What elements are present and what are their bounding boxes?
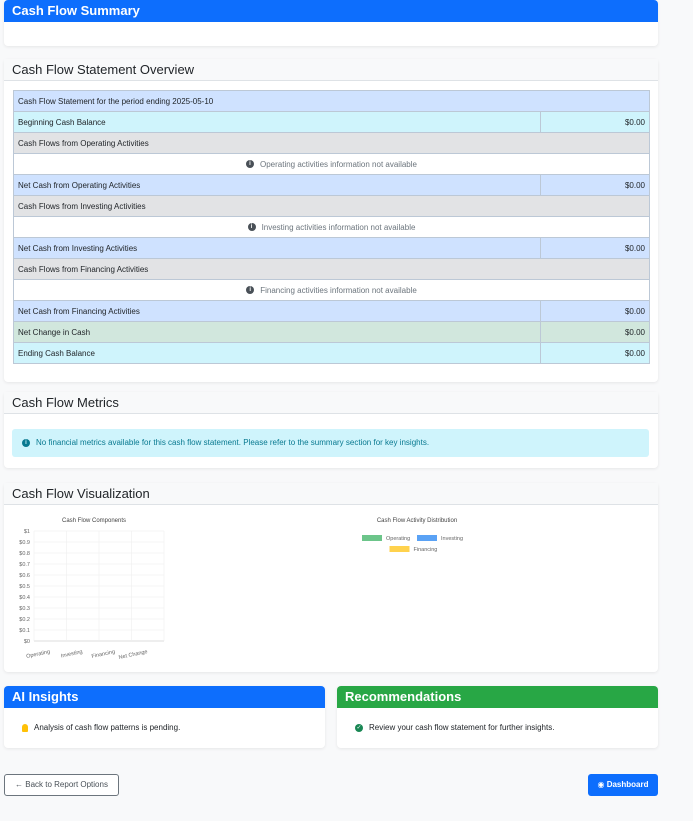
bar-chart-title: Cash Flow Components — [62, 518, 126, 524]
beginning-value: $0.00 — [540, 111, 650, 133]
y-tick-label: $0 — [24, 639, 30, 645]
legend-label: Investing — [441, 536, 463, 542]
cash-flow-table: Cash Flow Statement for the period endin… — [13, 90, 650, 364]
dashboard-icon: ◉ — [597, 780, 607, 789]
visualization-card: Cash Flow Visualization Cash Flow Compon… — [4, 483, 658, 672]
y-tick-label: $0.3 — [19, 606, 30, 612]
table-row: Ending Cash Balance $0.00 — [13, 342, 650, 364]
back-button-label: Back to Report Options — [25, 780, 108, 789]
metrics-alert: i No financial metrics available for this… — [12, 429, 649, 457]
y-tick-label: $1 — [24, 529, 30, 535]
ending-value: $0.00 — [540, 342, 650, 364]
x-tick-label: Financing — [91, 649, 116, 660]
ai-insights-text: Analysis of cash flow patterns is pendin… — [34, 723, 181, 732]
pie-chart-title: Cash Flow Activity Distribution — [377, 518, 457, 524]
table-row: Cash Flows from Operating Activities — [13, 132, 650, 154]
table-row: Net Change in Cash $0.00 — [13, 321, 650, 343]
y-tick-label: $0.8 — [19, 551, 30, 557]
investing-na: Investing activities information not ava… — [261, 222, 416, 232]
net-financing-label: Net Cash from Financing Activities — [13, 300, 541, 322]
ai-insights-body: Analysis of cash flow patterns is pendin… — [4, 708, 325, 748]
y-tick-label: $0.1 — [19, 628, 30, 634]
legend-swatch — [362, 535, 382, 541]
summary-card: Cash Flow Summary — [4, 0, 658, 46]
y-tick-label: $0.5 — [19, 584, 30, 590]
x-tick-label: Net Change — [118, 649, 148, 661]
net-operating-value: $0.00 — [540, 174, 650, 196]
x-tick-label: Operating — [26, 649, 51, 660]
check-circle-icon: ✓ — [355, 723, 363, 732]
y-tick-label: $0.4 — [19, 595, 30, 601]
period-label: Cash Flow Statement for the period endin… — [13, 90, 650, 112]
overview-card: Cash Flow Statement Overview Cash Flow S… — [4, 59, 658, 382]
info-icon: i — [247, 223, 256, 232]
y-tick-label: $0.9 — [19, 540, 30, 546]
back-to-report-options-button[interactable]: ← Back to Report Options — [4, 774, 119, 796]
table-row: Net Cash from Investing Activities $0.00 — [13, 237, 650, 259]
table-row: Net Cash from Operating Activities $0.00 — [13, 174, 650, 196]
x-tick-label: Investing — [60, 649, 83, 659]
net-investing-value: $0.00 — [540, 237, 650, 259]
net-operating-label: Net Cash from Operating Activities — [13, 174, 541, 196]
lightbulb-icon — [22, 723, 28, 732]
summary-title: Cash Flow Summary — [4, 0, 658, 22]
overview-title: Cash Flow Statement Overview — [4, 59, 658, 81]
info-icon: i — [246, 160, 254, 169]
recommendations-body: ✓ Review your cash flow statement for fur… — [337, 708, 658, 748]
info-icon: i — [246, 286, 255, 295]
recommendations-title: Recommendations — [337, 686, 658, 708]
table-row: i Investing activities information not av… — [13, 216, 650, 238]
ai-insights-card: AI Insights Analysis of cash flow patter… — [4, 686, 325, 748]
table-row: Cash Flows from Financing Activities — [13, 258, 650, 280]
legend-label: Operating — [386, 536, 410, 542]
beginning-label: Beginning Cash Balance — [13, 111, 541, 133]
recommendations-card: Recommendations ✓ Review your cash flow s… — [337, 686, 658, 748]
y-tick-label: $0.2 — [19, 617, 30, 623]
charts-svg: Cash Flow Components $0 $0.1 $0.2 $0.3 $0.4 $0… — [19, 518, 463, 661]
table-row: Net Cash from Financing Activities $0.00 — [13, 300, 650, 322]
table-row: Cash Flows from Investing Activities — [13, 195, 650, 217]
metrics-alert-text: No financial metrics available for this … — [36, 438, 430, 447]
arrow-left-icon: ← — [15, 780, 26, 789]
y-tick-label: $0.7 — [19, 562, 30, 568]
dashboard-button-label: Dashboard — [606, 780, 649, 789]
net-financing-value: $0.00 — [540, 300, 650, 322]
y-tick-label: $0.6 — [19, 573, 30, 579]
metrics-card: Cash Flow Metrics i No financial metrics … — [4, 392, 658, 468]
legend-label: Financing — [414, 547, 438, 553]
financing-header: Cash Flows from Financing Activities — [13, 258, 650, 280]
table-row: i Financing activities information not av… — [13, 279, 650, 301]
info-icon: i — [22, 438, 30, 447]
dashboard-button[interactable]: ◉ Dashboard — [588, 774, 658, 796]
recommendations-text: Review your cash flow statement for furt… — [369, 723, 555, 732]
table-row: Cash Flow Statement for the period endin… — [13, 90, 650, 112]
net-change-label: Net Change in Cash — [13, 321, 541, 343]
table-row: i Operating activities information not av… — [13, 153, 650, 175]
ai-insights-title: AI Insights — [4, 686, 325, 708]
financing-na: Financing activities information not ava… — [260, 285, 417, 295]
operating-header: Cash Flows from Operating Activities — [13, 132, 650, 154]
legend-swatch — [389, 546, 410, 552]
investing-header: Cash Flows from Investing Activities — [13, 195, 650, 217]
operating-na: Operating activities information not ava… — [260, 159, 417, 169]
metrics-title: Cash Flow Metrics — [4, 392, 658, 414]
legend-swatch — [417, 535, 437, 541]
table-row: Beginning Cash Balance $0.00 — [13, 111, 650, 133]
ending-label: Ending Cash Balance — [13, 342, 541, 364]
net-investing-label: Net Cash from Investing Activities — [13, 237, 541, 259]
net-change-value: $0.00 — [540, 321, 650, 343]
visualization-title: Cash Flow Visualization — [4, 483, 658, 505]
